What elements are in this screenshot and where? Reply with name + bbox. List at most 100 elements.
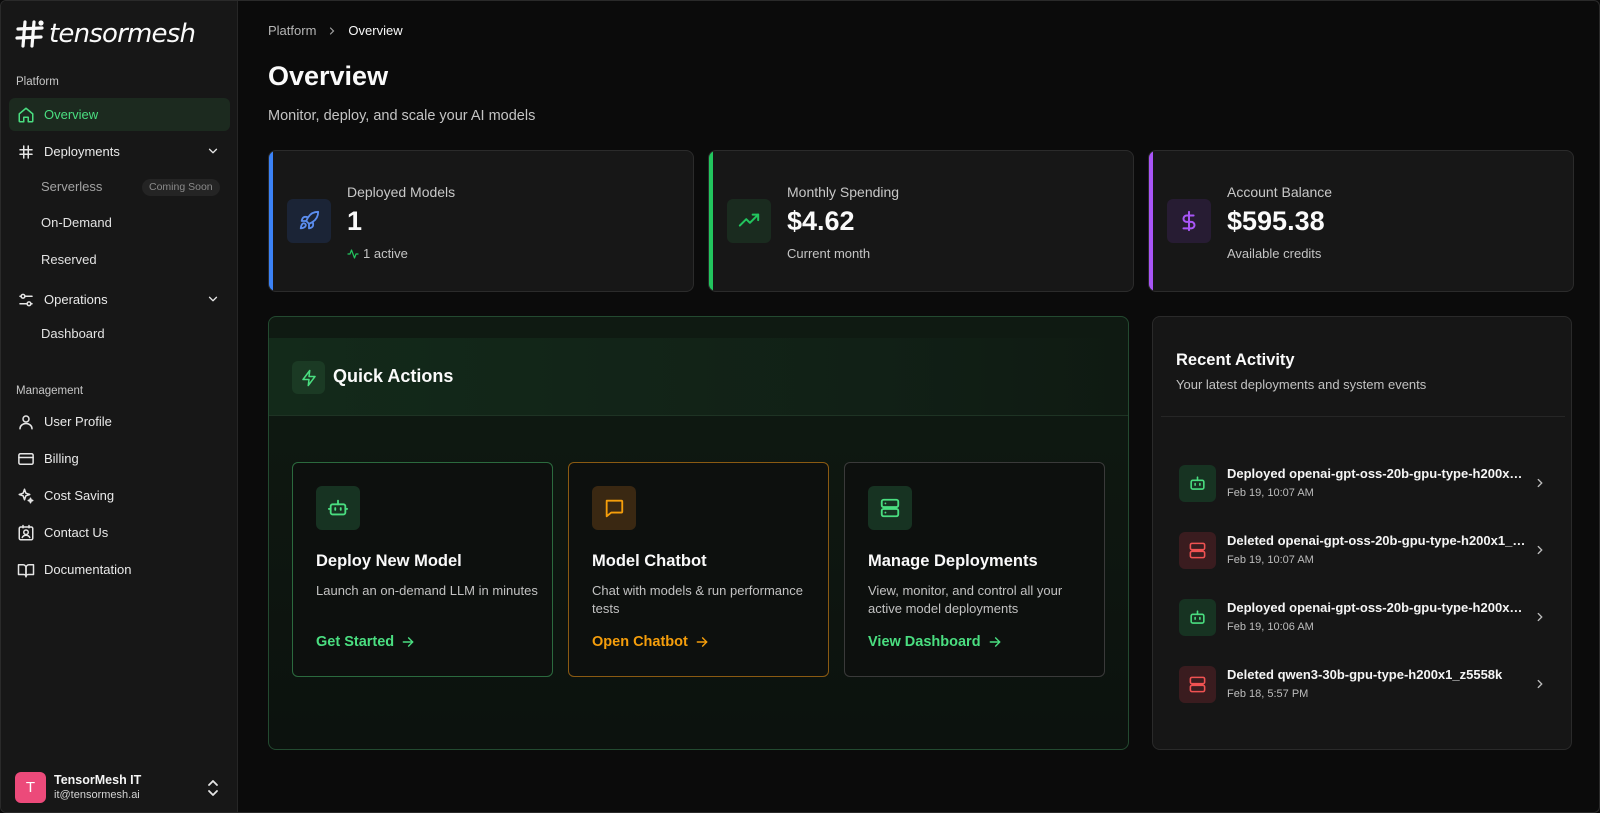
stat-label: Deployed Models [347, 184, 456, 200]
bot-icon [1190, 476, 1205, 490]
stat-subtext: 1 active [347, 246, 408, 261]
sidebar-subitem-dashboard[interactable]: Dashboard [41, 324, 105, 344]
sidebar-item-user-profile[interactable]: User Profile [9, 405, 230, 438]
message-square-icon [605, 499, 624, 518]
sidebar-item-label: Cost Saving [44, 488, 115, 503]
activity-icon [347, 248, 359, 259]
activity-name: Deployed openai-gpt-oss-20b-gpu-type-h20… [1227, 466, 1527, 481]
action-icon-box [316, 486, 360, 530]
arrow-right-icon [402, 637, 414, 647]
app-window: tensormesh Platform Overview Deployments… [0, 0, 1600, 813]
action-description: Launch an on-demand LLM in minutes [316, 583, 538, 598]
stat-icon-box [287, 199, 331, 243]
arrow-right-icon [696, 637, 708, 647]
activity-time: Feb 19, 10:07 AM [1227, 554, 1314, 566]
stat-card-deployed-models: Deployed Models 1 1 active [268, 150, 694, 292]
quick-actions-panel: Quick Actions Deploy New Model Launch an… [268, 316, 1129, 750]
deploy-new-model-card[interactable]: Deploy New Model Launch an on-demand LLM… [292, 462, 553, 677]
open-chatbot-link[interactable]: Open Chatbot [592, 634, 709, 650]
hash-icon [19, 144, 33, 159]
chevron-right-icon [1537, 612, 1543, 622]
sidebar-item-label: Billing [44, 451, 79, 466]
activity-icon-box [1179, 465, 1216, 502]
sidebar-item-label: Operations [44, 292, 108, 307]
stat-icon-box [727, 199, 771, 243]
link-label: View Dashboard [868, 634, 981, 650]
quick-actions-title: Quick Actions [333, 366, 454, 386]
chevron-down-icon[interactable] [206, 292, 220, 306]
brand-logo[interactable]: tensormesh [15, 19, 196, 49]
link-label: Open Chatbot [592, 634, 688, 650]
action-icon-box [592, 486, 636, 530]
sidebar-subitem-on-demand[interactable]: On-Demand [41, 213, 112, 233]
server-icon [1189, 676, 1206, 693]
stat-label: Account Balance [1227, 184, 1333, 200]
user-name: TensorMesh IT [54, 773, 142, 787]
user-account-menu[interactable]: T TensorMesh IT it@tensormesh.ai [15, 772, 141, 803]
tensormesh-logo-icon [15, 20, 44, 48]
header-icon-box [292, 361, 325, 394]
card-accent-bar [1149, 151, 1153, 291]
user-icon [19, 414, 33, 429]
stat-value: $595.38 [1227, 206, 1325, 236]
activity-time: Feb 18, 5:57 PM [1227, 688, 1309, 700]
sidebar-subitem-reserved[interactable]: Reserved [41, 250, 97, 270]
sidebar-item-label: Contact Us [44, 525, 109, 540]
activity-item[interactable]: Deployed openai-gpt-oss-20b-gpu-type-h20… [1179, 461, 1549, 505]
sidebar-item-cost-saving[interactable]: Cost Saving [9, 479, 230, 512]
bot-icon [1190, 610, 1205, 624]
manage-deployments-card[interactable]: Manage Deployments View, monitor, and co… [844, 462, 1105, 677]
activity-item[interactable]: Deleted openai-gpt-oss-20b-gpu-type-h200… [1179, 528, 1549, 572]
sidebar-item-deployments[interactable]: Deployments [9, 135, 230, 168]
divider [1161, 416, 1565, 417]
sidebar-item-label: Overview [44, 107, 99, 122]
brand-name: tensormesh [49, 19, 196, 49]
activity-name: Deleted qwen3-30b-gpu-type-h200x1_z5558k [1227, 667, 1503, 682]
action-description: View, monitor, and control all your acti… [868, 583, 1063, 616]
view-dashboard-link[interactable]: View Dashboard [868, 634, 1002, 650]
activity-icon-box [1179, 666, 1216, 703]
sidebar-item-label: User Profile [44, 414, 112, 429]
activity-item[interactable]: Deleted qwen3-30b-gpu-type-h200x1_z5558k… [1179, 662, 1549, 706]
sidebar-item-billing[interactable]: Billing [9, 442, 230, 475]
sidebar-subitem-serverless[interactable]: Serverless [41, 177, 102, 197]
sidebar-item-documentation[interactable]: Documentation [9, 553, 230, 586]
chevron-right-icon [1537, 545, 1543, 555]
stat-value: 1 [347, 206, 363, 236]
chevron-down-icon[interactable] [206, 144, 220, 158]
recent-activity-subtitle: Your latest deployments and system event… [1176, 377, 1427, 392]
recent-activity-panel: Recent Activity Your latest deployments … [1152, 316, 1572, 750]
credit-card-icon [18, 452, 34, 465]
sidebar-item-overview[interactable]: Overview [9, 98, 230, 131]
page-title: Overview [268, 61, 389, 91]
breadcrumb-platform[interactable]: Platform [268, 23, 316, 38]
action-description: Chat with models & run performance tests [592, 583, 803, 616]
chevron-right-icon [1537, 478, 1543, 488]
bot-icon [327, 499, 349, 516]
chevrons-up-down-icon[interactable] [205, 778, 221, 798]
activity-name: Deployed openai-gpt-oss-20b-gpu-type-h20… [1227, 600, 1527, 615]
stat-subtext: Available credits [1227, 246, 1322, 261]
activity-item[interactable]: Deployed openai-gpt-oss-20b-gpu-type-h20… [1179, 595, 1549, 639]
action-title: Manage Deployments [868, 552, 1038, 570]
action-title: Deploy New Model [316, 552, 462, 570]
model-chatbot-card[interactable]: Model Chatbot Chat with models & run per… [568, 462, 829, 677]
chevron-right-icon [1537, 679, 1543, 689]
activity-icon-box [1179, 599, 1216, 636]
stat-card-monthly-spending: Monthly Spending $4.62 Current month [708, 150, 1134, 292]
server-icon [1189, 542, 1206, 559]
link-label: Get Started [316, 634, 395, 650]
book-open-icon [17, 563, 35, 577]
page-subtitle: Monitor, deploy, and scale your AI model… [268, 108, 536, 124]
get-started-link[interactable]: Get Started [316, 634, 415, 650]
trending-up-icon [738, 213, 760, 227]
sidebar: tensormesh Platform Overview Deployments… [1, 1, 238, 812]
sidebar-item-operations[interactable]: Operations [9, 283, 230, 316]
stat-icon-box [1167, 199, 1211, 243]
sidebar-item-contact-us[interactable]: Contact Us [9, 516, 230, 549]
server-icon [880, 498, 900, 518]
recent-activity-title: Recent Activity [1176, 351, 1295, 369]
stat-subtext-label: 1 active [363, 246, 408, 261]
action-title: Model Chatbot [592, 552, 707, 570]
breadcrumb-current: Overview [348, 23, 403, 38]
